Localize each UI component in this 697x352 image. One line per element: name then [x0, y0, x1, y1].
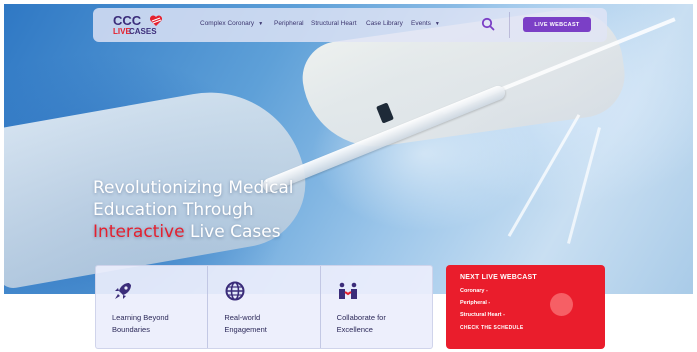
hero-headline: Revolutionizing Medical Education Throug… — [93, 177, 353, 243]
nav-item-peripheral[interactable]: Peripheral — [274, 20, 304, 27]
hero-banner: Revolutionizing Medical Education Throug… — [4, 4, 693, 294]
headline-rest: Live Cases — [184, 222, 281, 242]
logo-cases-text: CASES — [129, 27, 157, 36]
headline-highlight: Interactive — [93, 222, 185, 242]
live-indicator-icon — [550, 293, 573, 316]
nav-item-structural-heart[interactable]: Structural Heart — [311, 20, 357, 27]
nav-item-label: Structural Heart — [311, 20, 357, 27]
feature-title-line: Real-world — [224, 313, 261, 322]
headline-line-3: Interactive Live Cases — [93, 221, 353, 243]
nav-item-events[interactable]: Events ▼ — [411, 20, 440, 27]
feature-title-line: Collaborate for — [336, 313, 386, 322]
chevron-down-icon: ▼ — [434, 20, 440, 27]
live-webcast-button[interactable]: LIVE WEBCAST — [523, 17, 591, 32]
headline-line-1: Revolutionizing Medical — [93, 178, 294, 198]
features-panel: Learning Beyond Boundaries Real-world En… — [95, 265, 433, 349]
next-webcast-title: NEXT LIVE WEBCAST — [460, 274, 537, 281]
next-webcast-card: NEXT LIVE WEBCAST Coronary - Peripheral … — [446, 265, 605, 349]
nav-divider — [509, 12, 510, 38]
next-webcast-item-coronary[interactable]: Coronary - — [460, 288, 488, 294]
site-logo[interactable]: CCC LIVE CASES — [113, 13, 163, 39]
nav-item-complex-coronary[interactable]: Complex Coronary ▼ — [200, 20, 263, 27]
next-webcast-item-peripheral[interactable]: Peripheral - — [460, 300, 490, 306]
feature-card: Real-world Engagement — [208, 266, 321, 348]
feature-card: Collaborate for Excellence — [321, 266, 432, 348]
top-navigation: CCC LIVE CASES Complex Coronary ▼ Periph… — [93, 8, 607, 42]
hero-image-tube — [567, 127, 601, 244]
feature-text: Real-world Engagement — [224, 312, 314, 336]
nav-item-label: Case Library — [366, 20, 403, 27]
chevron-down-icon: ▼ — [258, 20, 264, 27]
feature-title-line: Learning Beyond — [112, 313, 169, 322]
logo-ccc-text: CCC — [113, 13, 142, 28]
next-webcast-item-structural-heart[interactable]: Structural Heart - — [460, 312, 505, 318]
nav-item-label: Peripheral — [274, 20, 304, 27]
feature-title-line: Engagement — [224, 325, 267, 334]
feature-text: Learning Beyond Boundaries — [112, 312, 202, 336]
feature-text: Collaborate for Excellence — [337, 312, 427, 336]
feature-title-line: Excellence — [336, 325, 373, 334]
feature-card: Learning Beyond Boundaries — [96, 266, 209, 348]
headline-line-2: Education Through — [93, 200, 254, 220]
nav-item-label: Complex Coronary — [200, 20, 255, 27]
globe-icon — [225, 281, 245, 301]
heart-icon — [149, 15, 163, 26]
nav-item-label: Events — [411, 20, 431, 27]
rocket-icon — [115, 283, 131, 299]
search-icon[interactable] — [481, 17, 495, 31]
check-schedule-link[interactable]: CHECK THE SCHEDULE — [460, 325, 523, 331]
hero-image-tube — [507, 114, 581, 237]
collaborate-icon — [338, 282, 357, 299]
nav-item-case-library[interactable]: Case Library — [366, 20, 403, 27]
feature-title-line: Boundaries — [112, 325, 150, 334]
